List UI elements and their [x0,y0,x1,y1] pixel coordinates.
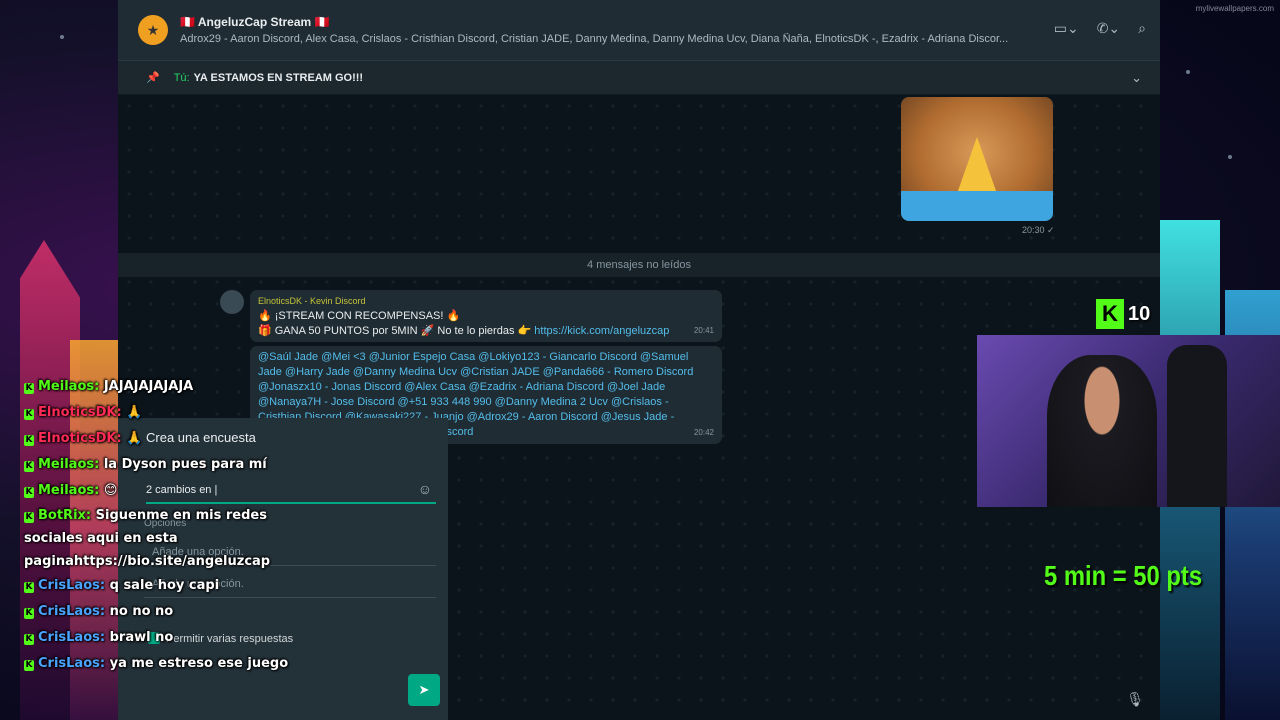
stream-chat-username: BotRix: [38,508,92,523]
header-actions: ▭⌄ ✆⌄ ⌕ [1054,20,1146,37]
viewer-counter: K 10 [1096,298,1150,330]
sticker-timestamp: 20:30 ✓ [1022,225,1055,235]
stream-chat-overlay: K Meilaos: JAJAJAJAJAJA K ElnoticsDK: 🙏 K Eln… [24,374,324,677]
emoji-icon[interactable]: ☺ [418,481,432,497]
watermark: mylivewallpapers.com [1195,4,1274,13]
kick-logo-icon: K [1096,299,1124,329]
stream-chat-message: K ElnoticsDK: 🙏 [24,426,324,452]
stream-chat-username: Meilaos: [38,483,100,498]
stream-chat-username: CrisLaos: [38,578,106,593]
unread-divider: 4 mensajes no leídos [118,253,1160,277]
kick-badge-icon: K [24,608,34,619]
stream-chat-text: JAJAJAJAJAJA [103,379,194,394]
pinned-text: YA ESTAMOS EN STREAM GO!!! [193,71,364,84]
stream-chat-message: K CrisLaos: brawl no [24,625,324,651]
stream-chat-message: K Meilaos: 😊 [24,478,324,504]
kick-badge-icon: K [24,634,34,645]
stream-chat-username: CrisLaos: [38,656,106,671]
stream-chat-text: no no no [109,604,174,619]
stream-chat-message: K ElnoticsDK: 🙏 [24,400,324,426]
stream-chat-username: ElnoticsDK: [38,405,122,420]
message-text: 🎁 GANA 50 PUNTOS por 5MIN 🚀 No te lo pie… [258,325,535,337]
chat-header[interactable]: ★ 🇵🇪 AngeluzCap Stream 🇵🇪 Adrox29 - Aaro… [118,0,1160,60]
promo-text: 5 min = 50 pts [1044,560,1203,591]
kick-badge-icon: K [24,660,34,671]
stream-chat-username: Meilaos: [38,379,100,394]
stream-chat-message: K CrisLaos: q sale hoy capi [24,573,324,599]
stream-chat-username: Meilaos: [38,457,100,472]
voice-call-icon[interactable]: ✆⌄ [1097,20,1120,37]
stream-chat-message: K CrisLaos: no no no [24,599,324,625]
stream-chat-text: 😊 [103,483,118,498]
sticker-sleeve [901,191,1053,221]
stream-chat-text: brawl no [109,630,174,645]
message-link[interactable]: https://kick.com/angeluzcap [534,325,669,337]
webcam-feed [977,335,1280,507]
background-star [1228,155,1232,159]
kick-badge-icon: K [24,461,34,472]
stream-chat-text: la Dyson pues para mí [103,457,267,472]
kick-badge-icon: K [24,512,34,523]
group-avatar[interactable]: ★ [138,15,168,45]
group-info[interactable]: 🇵🇪 AngeluzCap Stream 🇵🇪 Adrox29 - Aaron … [180,15,1020,45]
message-sender[interactable]: ElnoticsDK - Kevin Discord [258,294,714,309]
pinned-message-bar[interactable]: 📌 Tú: YA ESTAMOS EN STREAM GO!!! ⌄ [118,60,1160,94]
screen: mylivewallpapers.com ★ 🇵🇪 AngeluzCap Str… [0,0,1280,720]
message-line: 🔥 ¡STREAM CON RECOMPENSAS! 🔥 [258,310,461,322]
kick-badge-icon: K [24,435,34,446]
message-time: 20:42 [693,428,714,437]
group-title: 🇵🇪 AngeluzCap Stream 🇵🇪 [180,15,330,29]
message-bubble[interactable]: ElnoticsDK - Kevin Discord 🔥 ¡STREAM CON… [250,290,722,342]
send-button[interactable]: ➤ [408,674,440,706]
stream-chat-username: CrisLaos: [38,604,106,619]
stream-chat-text: ya me estreso ese juego [109,656,289,671]
kick-badge-icon: K [24,383,34,394]
kick-badge-icon: K [24,487,34,498]
search-icon[interactable]: ⌕ [1138,20,1146,37]
group-members: Adrox29 - Aaron Discord, Alex Casa, Cris… [180,33,1009,45]
stream-chat-text: q sale hoy capi [109,578,220,593]
background-star [60,35,64,39]
send-icon: ➤ [418,682,430,697]
stream-chat-message: K CrisLaos: ya me estreso ese juego [24,651,324,677]
video-call-icon[interactable]: ▭⌄ [1054,20,1079,37]
stream-chat-text: 🙏 [126,405,143,420]
stream-chat-username: CrisLaos: [38,630,106,645]
pin-icon: 📌 [146,72,160,84]
kick-badge-icon: K [24,582,34,593]
pinned-sender: Tú: [173,71,190,84]
stream-chat-text: 🙏 [126,431,143,446]
chevron-down-icon[interactable]: ⌄ [1131,70,1142,86]
gaming-chair [1167,345,1227,507]
stream-chat-username: ElnoticsDK: [38,431,122,446]
stream-chat-message: K Meilaos: la Dyson pues para mí [24,452,324,478]
kick-badge-icon: K [24,409,34,420]
stream-chat-message: K BotRix: Siguenme en mis redes sociales … [24,504,324,573]
message-time: 20:41 [693,326,714,335]
sender-avatar[interactable] [220,290,244,314]
message-line: 🎁 GANA 50 PUNTOS por 5MIN 🚀 No te lo pie… [258,324,714,339]
cat-sticker[interactable] [901,97,1053,221]
streamer [1047,355,1157,507]
viewer-count: 10 [1128,302,1151,325]
stream-chat-message: K Meilaos: JAJAJAJAJAJA [24,374,324,400]
microphone-icon[interactable]: 🎙 [1126,691,1144,708]
background-star [1186,70,1190,74]
